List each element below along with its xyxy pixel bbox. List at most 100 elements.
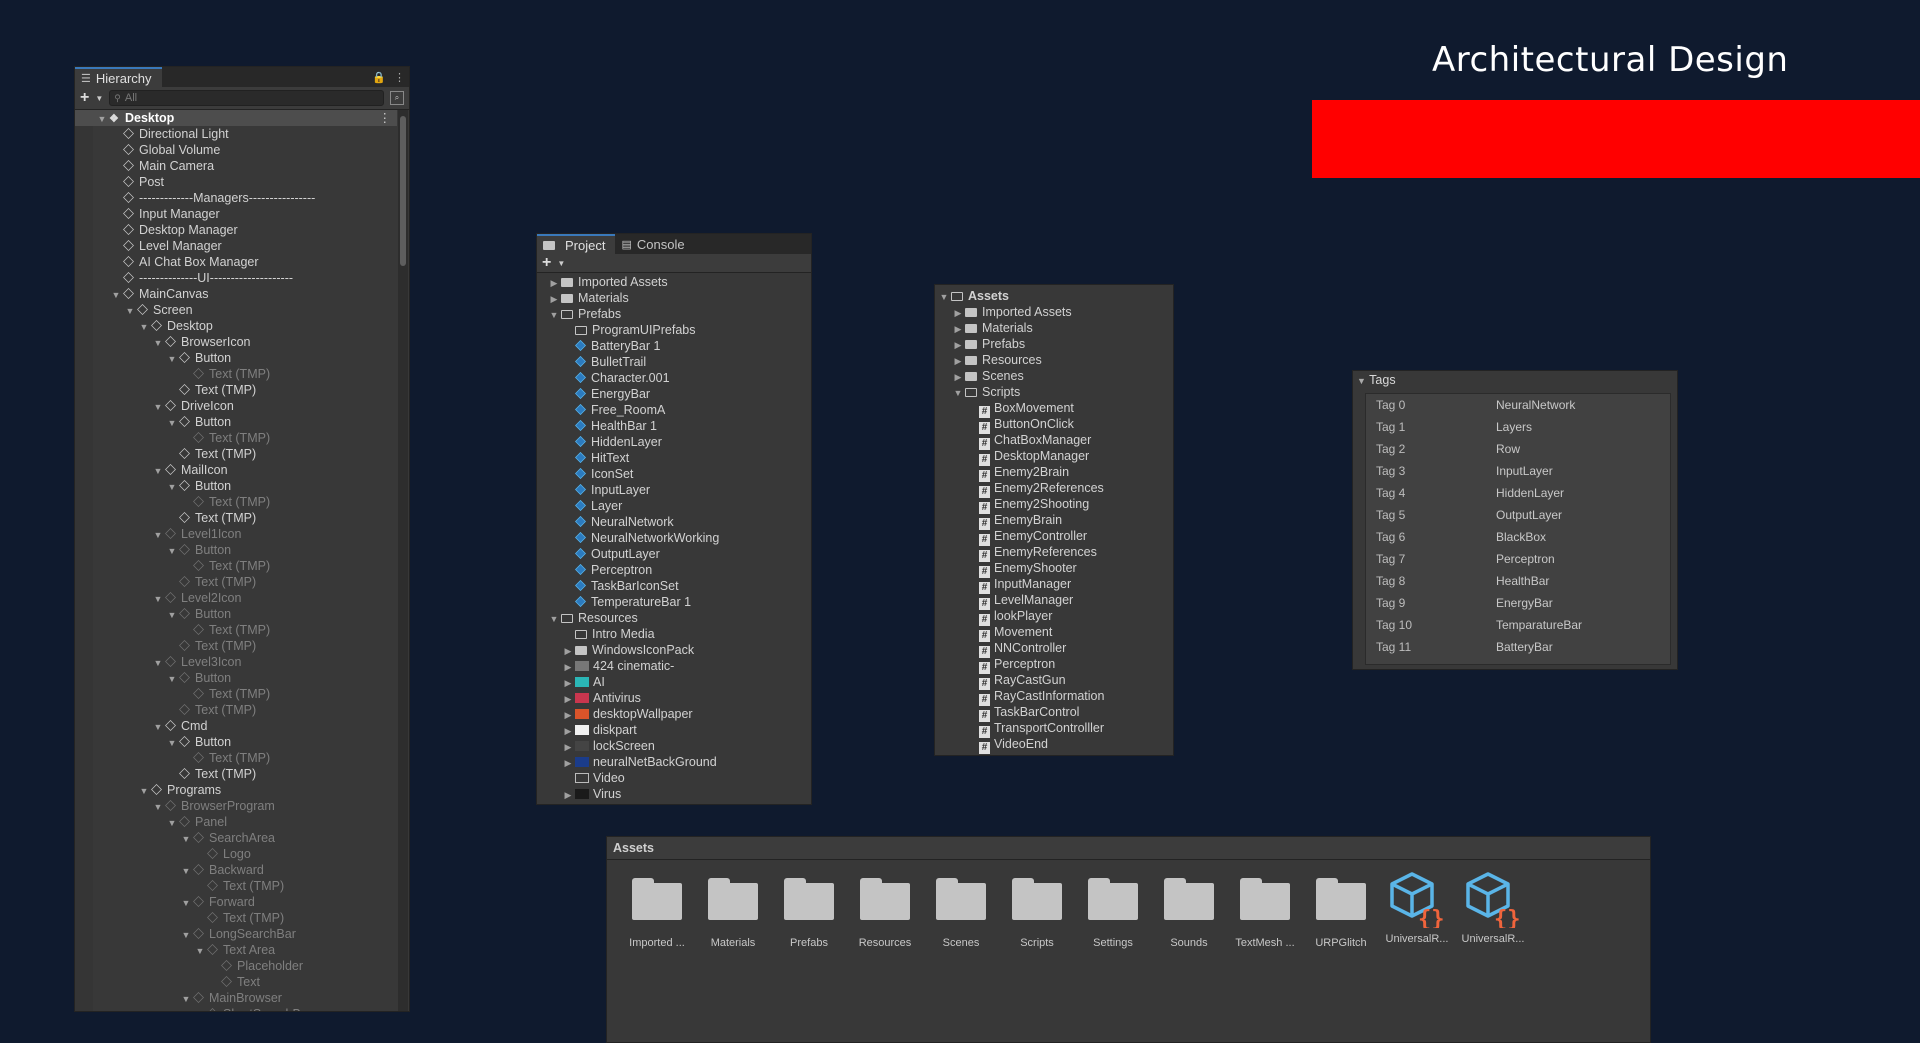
- more-options-icon[interactable]: ⋮: [390, 67, 409, 87]
- assets-tree-item[interactable]: # lookPlayer: [935, 608, 1173, 626]
- assets-tree-item[interactable]: ▼ Scripts: [935, 384, 1173, 400]
- expand-arrow-icon[interactable]: ▼: [165, 415, 179, 431]
- expand-arrow-icon[interactable]: ▼: [179, 863, 193, 879]
- hierarchy-row[interactable]: Text (TMP): [75, 766, 409, 782]
- assets-tree-item[interactable]: # Enemy2References: [935, 480, 1173, 498]
- hierarchy-row[interactable]: Input Manager: [75, 206, 409, 222]
- project-tree-item[interactable]: InputLayer: [537, 482, 811, 498]
- expand-arrow-icon[interactable]: ▼: [137, 319, 151, 335]
- tag-row[interactable]: Tag 0 NeuralNetwork: [1366, 394, 1670, 416]
- assets-tree-item[interactable]: # Perceptron: [935, 656, 1173, 674]
- collapse-arrow-icon[interactable]: ▶: [951, 369, 965, 385]
- asset-tile[interactable]: Imported ...: [619, 874, 695, 949]
- hierarchy-row[interactable]: ▼ Button: [75, 414, 409, 430]
- expand-arrow-icon[interactable]: ▼: [179, 991, 193, 1007]
- project-tree-item[interactable]: OutputLayer: [537, 546, 811, 562]
- assets-tree-item[interactable]: # EnemyShooter: [935, 560, 1173, 578]
- assets-tree-item[interactable]: ▶ Scenes: [935, 368, 1173, 384]
- hierarchy-row[interactable]: Global Volume: [75, 142, 409, 158]
- expand-arrow-icon[interactable]: ▼: [165, 351, 179, 367]
- hierarchy-row[interactable]: Text (TMP): [75, 574, 409, 590]
- assets-tree-item[interactable]: # ChatBoxManager: [935, 432, 1173, 450]
- hierarchy-row[interactable]: Text: [75, 974, 409, 990]
- collapse-arrow-icon[interactable]: ▶: [561, 755, 575, 771]
- hierarchy-row[interactable]: ▼ Button: [75, 606, 409, 622]
- tag-row[interactable]: Tag 1 Layers: [1366, 416, 1670, 438]
- assets-tree-item[interactable]: # VideoEnd: [935, 736, 1173, 754]
- collapse-arrow-icon[interactable]: ▶: [561, 723, 575, 739]
- tag-value[interactable]: NeuralNetwork: [1496, 394, 1575, 416]
- expand-arrow-icon[interactable]: ▼: [165, 815, 179, 831]
- tab-hierarchy[interactable]: ☰ Hierarchy: [75, 67, 162, 87]
- hierarchy-row[interactable]: Level Manager: [75, 238, 409, 254]
- hierarchy-row[interactable]: ▼ ❖ Desktop ⋮: [75, 110, 397, 126]
- hierarchy-row[interactable]: ▼ MainCanvas: [75, 286, 409, 302]
- hierarchy-row[interactable]: Text (TMP): [75, 494, 409, 510]
- hierarchy-row[interactable]: ▼ Level1Icon: [75, 526, 409, 542]
- project-tree-item[interactable]: ▶ 424 cinematic-: [537, 658, 811, 674]
- expand-arrow-icon[interactable]: ▼: [179, 927, 193, 943]
- tag-row[interactable]: Tag 5 OutputLayer: [1366, 504, 1670, 526]
- expand-arrow-icon[interactable]: ▼: [179, 895, 193, 911]
- collapse-arrow-icon[interactable]: ▶: [561, 787, 575, 803]
- collapse-arrow-icon[interactable]: ▶: [561, 739, 575, 755]
- project-tree-item[interactable]: ▼ Prefabs: [537, 306, 811, 322]
- hierarchy-row[interactable]: ▼ Level3Icon: [75, 654, 409, 670]
- asset-tile[interactable]: Sounds: [1151, 874, 1227, 949]
- scrollbar-thumb[interactable]: [400, 116, 406, 266]
- project-tree-item[interactable]: HitText: [537, 450, 811, 466]
- project-tree-item[interactable]: NeuralNetwork: [537, 514, 811, 530]
- collapse-arrow-icon[interactable]: ▶: [561, 707, 575, 723]
- chevron-down-icon[interactable]: ▼: [95, 94, 103, 103]
- project-tree-item[interactable]: Perceptron: [537, 562, 811, 578]
- collapse-arrow-icon[interactable]: ▶: [951, 321, 965, 337]
- assets-tree-item[interactable]: # RayCastInformation: [935, 688, 1173, 706]
- collapse-arrow-icon[interactable]: ▶: [951, 337, 965, 353]
- add-button[interactable]: +: [80, 90, 89, 106]
- asset-tile[interactable]: Scripts: [999, 874, 1075, 949]
- expand-arrow-icon[interactable]: ▼: [109, 287, 123, 303]
- hierarchy-row[interactable]: Text (TMP): [75, 366, 409, 382]
- hierarchy-row[interactable]: ▼ SearchArea: [75, 830, 409, 846]
- hierarchy-row[interactable]: ▼ Panel: [75, 814, 409, 830]
- hierarchy-row[interactable]: ▼ Level2Icon: [75, 590, 409, 606]
- tag-value[interactable]: Perceptron: [1496, 548, 1555, 570]
- collapse-arrow-icon[interactable]: ▶: [561, 643, 575, 659]
- hierarchy-row[interactable]: ▼ MailIcon: [75, 462, 409, 478]
- asset-tile[interactable]: Prefabs: [771, 874, 847, 949]
- expand-arrow-icon[interactable]: ▼: [151, 591, 165, 607]
- tag-value[interactable]: HiddenLayer: [1496, 482, 1564, 504]
- hierarchy-row[interactable]: Text (TMP): [75, 878, 409, 894]
- expand-arrow-icon[interactable]: ▼: [151, 527, 165, 543]
- hierarchy-row[interactable]: Text (TMP): [75, 510, 409, 526]
- hierarchy-row[interactable]: ▼ Cmd: [75, 718, 409, 734]
- tag-value[interactable]: TemparatureBar: [1496, 614, 1582, 636]
- tag-value[interactable]: Layers: [1496, 416, 1532, 438]
- scene-search-icon[interactable]: ⌕: [390, 91, 404, 105]
- assets-tree-item[interactable]: # BoxMovement: [935, 400, 1173, 418]
- expand-arrow-icon[interactable]: ▼: [547, 611, 561, 627]
- asset-tile[interactable]: Scenes: [923, 874, 999, 949]
- hierarchy-row[interactable]: ▼ MainBrowser: [75, 990, 409, 1006]
- tab-console[interactable]: ▤ Console: [615, 234, 694, 254]
- expand-arrow-icon[interactable]: ▼: [193, 1007, 207, 1011]
- tag-value[interactable]: BatteryBar: [1496, 636, 1553, 658]
- hierarchy-row[interactable]: ▼ Text Area: [75, 942, 409, 958]
- tag-value[interactable]: OutputLayer: [1496, 504, 1562, 526]
- tag-row[interactable]: Tag 3 InputLayer: [1366, 460, 1670, 482]
- assets-tree-item[interactable]: # TransportControlller: [935, 720, 1173, 738]
- tag-row[interactable]: Tag 8 HealthBar: [1366, 570, 1670, 592]
- project-tree-item[interactable]: ▶ AI: [537, 674, 811, 690]
- project-tree-item[interactable]: ▶ diskpart: [537, 722, 811, 738]
- project-tree-item[interactable]: ▶ Imported Assets: [537, 274, 811, 290]
- assets-tree-item[interactable]: # InputManager: [935, 576, 1173, 594]
- assets-tree-item[interactable]: # LevelManager: [935, 592, 1173, 610]
- hierarchy-row[interactable]: ▼ Button: [75, 670, 409, 686]
- asset-tile[interactable]: {} UniversalR...: [1379, 872, 1455, 949]
- hierarchy-row[interactable]: Logo: [75, 846, 409, 862]
- hierarchy-row[interactable]: ▼ Forward: [75, 894, 409, 910]
- asset-tile[interactable]: Resources: [847, 874, 923, 949]
- hierarchy-row[interactable]: ▼ Screen: [75, 302, 409, 318]
- project-tree-item[interactable]: ▶ neuralNetBackGround: [537, 754, 811, 770]
- tag-row[interactable]: Tag 6 BlackBox: [1366, 526, 1670, 548]
